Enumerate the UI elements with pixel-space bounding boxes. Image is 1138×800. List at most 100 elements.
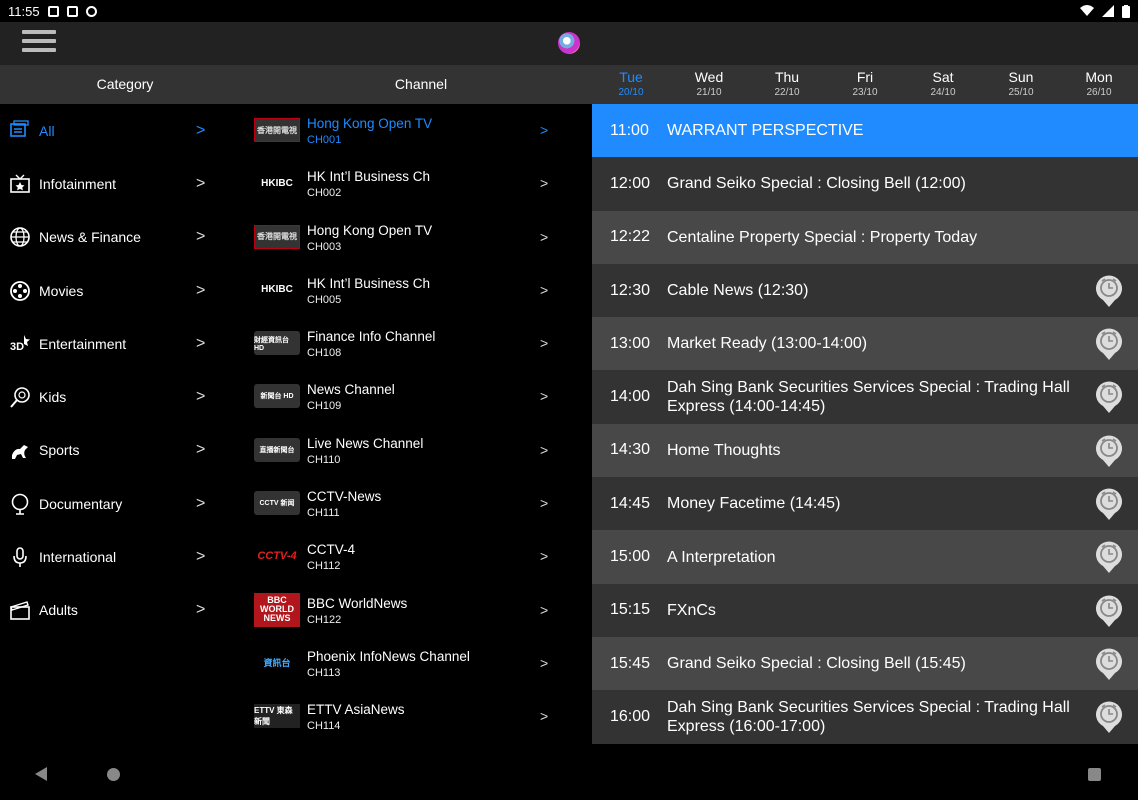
alarm-reminder-icon[interactable] [1094, 327, 1124, 361]
channel-logo: 香港開電視 [254, 224, 300, 249]
category-item-movies[interactable]: Movies > [0, 264, 250, 317]
battery-icon [1122, 4, 1130, 18]
program-row[interactable]: 15:15 FXnCs [592, 583, 1138, 637]
channel-number: CH114 [307, 720, 341, 733]
alarm-reminder-icon[interactable] [1094, 700, 1124, 734]
svg-text:3D: 3D [10, 341, 24, 353]
alarm-reminder-icon[interactable] [1094, 540, 1124, 574]
alarm-reminder-icon[interactable] [1094, 594, 1124, 628]
day-tab-fri[interactable]: Fri 23/10 [826, 65, 904, 104]
program-row[interactable]: 14:30 Home Thoughts [592, 423, 1138, 478]
channel-item-ch122[interactable]: BBC WORLD NEWS BBC WorldNews CH122 > [250, 584, 592, 637]
category-item-kids[interactable]: Kids > [0, 370, 250, 423]
channel-item-ch114[interactable]: ETTV 東森新聞 ETTV AsiaNews CH114 > [250, 690, 592, 743]
category-item-adults[interactable]: Adults > [0, 584, 250, 637]
day-name: Sat [932, 69, 954, 85]
category-item-sports[interactable]: Sports > [0, 424, 250, 477]
film-reel-icon [8, 280, 32, 302]
channel-logo: HKIBC [261, 284, 293, 296]
day-tab-thu[interactable]: Thu 22/10 [748, 65, 826, 104]
program-time: 15:00 [610, 548, 651, 566]
category-label: Documentary [39, 495, 123, 512]
chevron-right-icon: > [540, 441, 549, 458]
program-row[interactable]: 12:22 Centaline Property Special : Proper… [592, 210, 1138, 264]
category-label: International [39, 549, 117, 566]
channel-logo: 直播新聞台 [254, 437, 300, 462]
program-row[interactable]: 12:30 Cable News (12:30) [592, 263, 1138, 318]
channel-item-ch005[interactable]: HKIBC HK Int’l Business Ch CH005 > [250, 264, 592, 317]
channel-item-ch113[interactable]: 資訊台 Phoenix InfoNews Channel CH113 > [250, 637, 592, 690]
program-row[interactable]: 15:00 A Interpretation [592, 530, 1138, 584]
program-row[interactable]: 15:45 Grand Seiko Special : Closing Bell … [592, 636, 1138, 691]
app-logo [558, 32, 580, 54]
category-label: Kids [39, 389, 67, 406]
day-name: Thu [774, 69, 800, 85]
channel-item-ch110[interactable]: 直播新聞台 Live News Channel CH110 > [250, 424, 592, 477]
alarm-reminder-icon[interactable] [1094, 487, 1124, 521]
day-tab-tue[interactable]: Tue 20/10 [592, 65, 670, 104]
home-icon[interactable] [107, 768, 120, 781]
channel-logo: CCTV-4 [257, 550, 297, 563]
category-label: Movies [39, 282, 84, 299]
channel-item-ch003[interactable]: 香港開電視 Hong Kong Open TV CH003 > [250, 211, 592, 264]
channel-item-ch001[interactable]: 香港開電視 Hong Kong Open TV CH001 > [250, 104, 592, 157]
channel-logo: ETTV 東森新聞 [254, 704, 300, 729]
category-item-infotainment[interactable]: Infotainment > [0, 157, 250, 210]
program-row[interactable]: 14:45 Money Facetime (14:45) [592, 477, 1138, 531]
chevron-right-icon: > [196, 334, 206, 352]
alarm-reminder-icon[interactable] [1094, 434, 1124, 468]
channel-number: CH113 [307, 666, 341, 679]
channel-name: HK Int’l Business Ch [307, 169, 431, 185]
category-item-entertainment[interactable]: 3D Entertainment > [0, 317, 250, 370]
day-name: Sun [1008, 69, 1034, 85]
day-tab-sun[interactable]: Sun 25/10 [982, 65, 1060, 104]
channel-list: 香港開電視 Hong Kong Open TV CH001 > HKIBC HK Int’… [250, 104, 592, 750]
program-title: Centaline Property Special : Property To… [667, 228, 978, 246]
channel-item-ch109[interactable]: 新聞台 HD News Channel CH109 > [250, 370, 592, 423]
channel-item-ch112[interactable]: CCTV-4 CCTV-4 CH112 > [250, 530, 592, 583]
channel-name: HK Int’l Business Ch [307, 275, 431, 291]
day-date: 26/10 [1086, 87, 1112, 98]
alarm-reminder-icon[interactable] [1094, 274, 1124, 308]
channel-name: Live News Channel [307, 435, 424, 451]
day-tab-sat[interactable]: Sat 24/10 [904, 65, 982, 104]
channel-logo: 資訊台 [263, 658, 291, 669]
day-date: 25/10 [1008, 87, 1034, 98]
channel-number: CH111 [307, 507, 340, 520]
chevron-right-icon: > [540, 495, 549, 512]
alarm-reminder-icon[interactable] [1094, 380, 1124, 414]
day-tab-wed[interactable]: Wed 21/10 [670, 65, 748, 104]
channel-name: CCTV-News [307, 489, 382, 505]
menu-icon[interactable] [22, 30, 56, 56]
day-date: 23/10 [852, 87, 878, 98]
day-tabs: Tue 20/10 Wed 21/10 Thu 22/10 Fri 23/10 Sat 24/10… [592, 65, 1138, 104]
day-date: 21/10 [696, 87, 722, 98]
alarm-reminder-icon[interactable] [1094, 647, 1124, 681]
category-item-international[interactable]: International > [0, 530, 250, 583]
channel-item-ch002[interactable]: HKIBC HK Int’l Business Ch CH002 > [250, 157, 592, 210]
channel-item-ch108[interactable]: 財經資訊台 HD Finance Info Channel CH108 > [250, 317, 592, 370]
all-channels-icon [8, 119, 32, 142]
program-row[interactable]: 11:00 WARRANT PERSPECTIVE [592, 104, 1138, 158]
program-title: Cable News (12:30) [667, 282, 809, 300]
channel-logo: BBC WORLD NEWS [254, 592, 300, 627]
category-item-all[interactable]: All > [0, 104, 250, 157]
sync-icon [85, 5, 97, 17]
day-date: 20/10 [618, 87, 644, 98]
day-name: Wed [694, 69, 724, 85]
channel-name: Phoenix InfoNews Channel [307, 648, 470, 664]
category-label: Sports [39, 442, 80, 459]
day-tab-mon[interactable]: Mon 26/10 [1060, 65, 1138, 104]
back-icon[interactable] [35, 767, 47, 781]
program-row[interactable]: 14:00 Dah Sing Bank Securities Services S… [592, 370, 1138, 424]
channel-name: ETTV AsiaNews [307, 702, 405, 718]
day-date: 22/10 [774, 87, 800, 98]
program-row[interactable]: 16:00 Dah Sing Bank Securities Services S… [592, 690, 1138, 744]
program-time: 12:00 [610, 174, 651, 192]
program-row[interactable]: 12:00 Grand Seiko Special : Closing Bell … [592, 157, 1138, 211]
recent-apps-icon[interactable] [1088, 768, 1101, 781]
channel-item-ch111[interactable]: CCTV 新闻 CCTV-News CH111 > [250, 477, 592, 530]
program-row[interactable]: 13:00 Market Ready (13:00-14:00) [592, 317, 1138, 371]
category-item-documentary[interactable]: Documentary > [0, 477, 250, 530]
category-item-news-finance[interactable]: News & Finance > [0, 211, 250, 264]
